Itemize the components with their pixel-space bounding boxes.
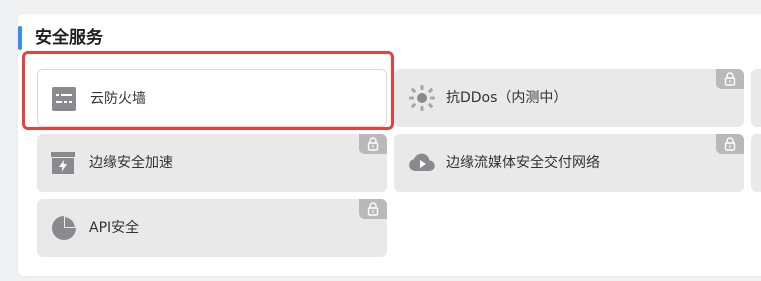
lock-badge (359, 134, 387, 154)
lock-badge (716, 134, 744, 154)
card-label: 边缘安全加速 (89, 155, 173, 171)
edge-acceleration-icon (51, 151, 75, 175)
lock-badge (716, 69, 744, 89)
ddos-shield-icon (408, 84, 436, 112)
cloud-play-icon (408, 151, 436, 175)
card-partial-offscreen[interactable] (751, 134, 761, 192)
card-cloud-firewall[interactable]: 云防火墙 (37, 69, 387, 127)
card-edge-security-acceleration[interactable]: 边缘安全加速 (37, 134, 387, 192)
lock-badge (359, 199, 387, 219)
firewall-icon (52, 87, 76, 111)
card-label: API安全 (89, 220, 140, 236)
section-title: 安全服务 (35, 28, 103, 48)
card-anti-ddos[interactable]: 抗DDos（内测中） (394, 69, 744, 127)
card-partial-offscreen[interactable] (751, 69, 761, 127)
card-label: 抗DDos（内测中） (446, 90, 568, 106)
card-edge-streaming-delivery[interactable]: 边缘流媒体安全交付网络 (394, 134, 744, 192)
card-label: 云防火墙 (90, 91, 146, 107)
pie-chart-icon (51, 215, 77, 241)
section-accent-bar (18, 26, 22, 50)
card-label: 边缘流媒体安全交付网络 (446, 155, 600, 171)
card-api-security[interactable]: API安全 (37, 199, 387, 257)
